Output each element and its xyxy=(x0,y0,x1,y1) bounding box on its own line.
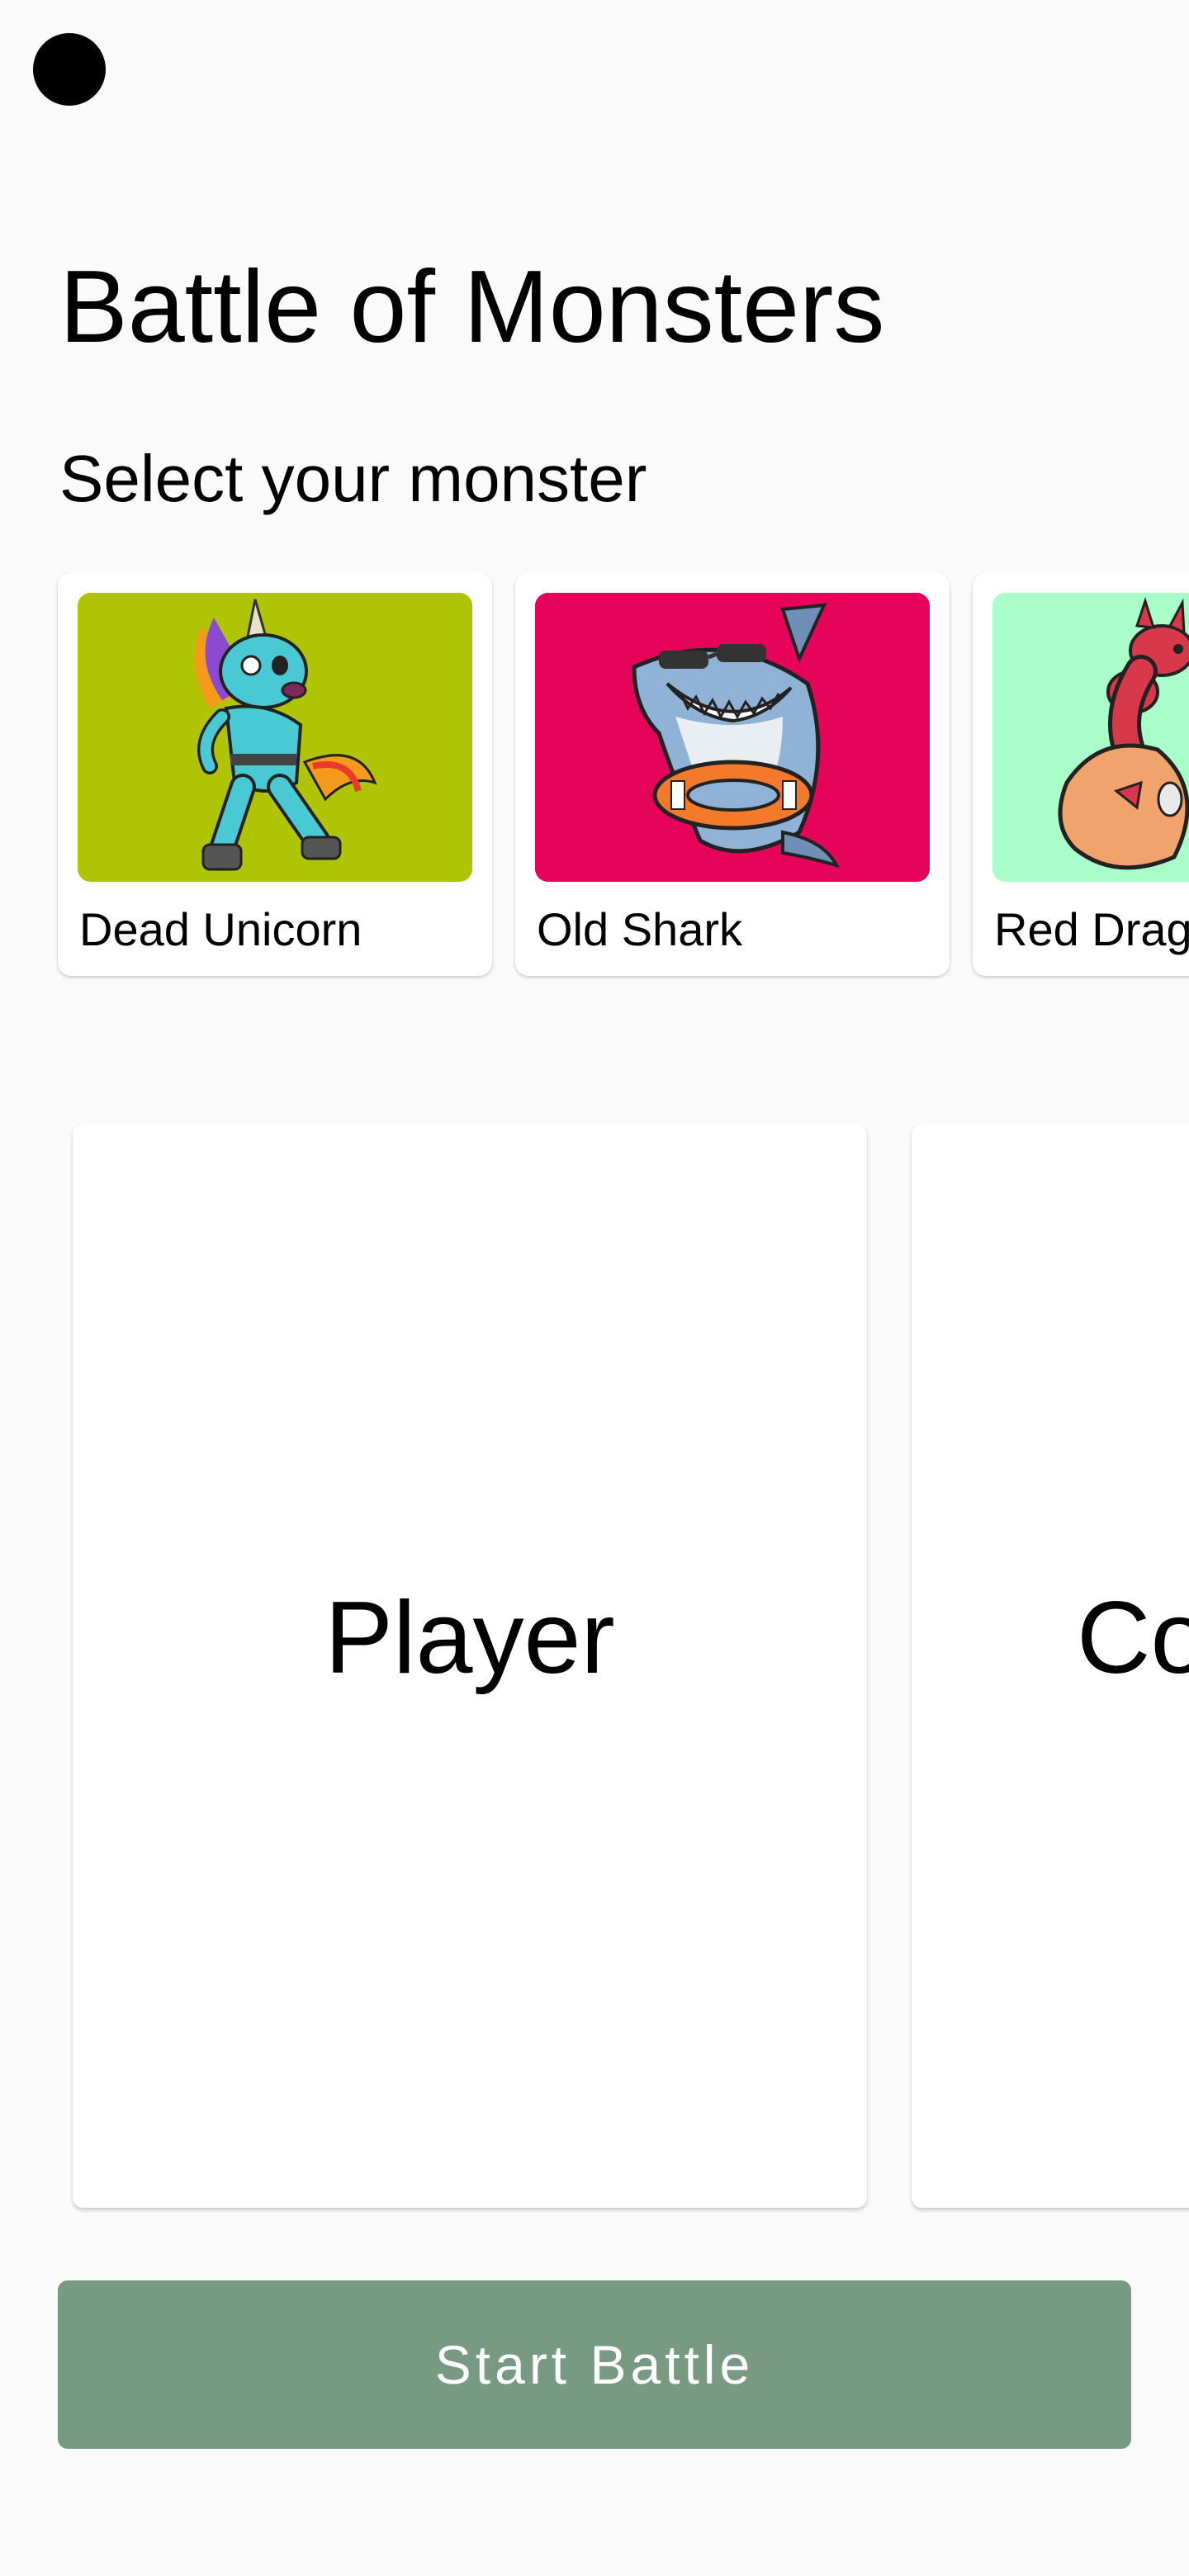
computer-card: Co xyxy=(912,1125,1189,2208)
start-battle-button[interactable]: Start Battle xyxy=(58,2280,1131,2449)
battle-area: Player Co xyxy=(0,1125,1189,2214)
section-subtitle: Select your monster xyxy=(59,442,647,515)
monster-name: Red Drago xyxy=(994,903,1189,955)
monster-list[interactable]: Dead Unicorn Old Shark Red Drag xyxy=(0,573,1189,986)
shark-icon xyxy=(535,593,930,882)
app-screen: Battle of Monsters Select your monster D… xyxy=(0,0,1189,2576)
red-dragon-icon xyxy=(992,593,1189,882)
page-title: Battle of Monsters xyxy=(59,250,885,364)
monster-card[interactable]: Old Shark xyxy=(515,573,950,976)
zombie-unicorn-icon xyxy=(78,593,472,882)
player-label: Player xyxy=(324,1581,615,1695)
player-card: Player xyxy=(73,1125,867,2208)
monster-name: Dead Unicorn xyxy=(79,903,362,955)
camera-cutout xyxy=(33,33,106,106)
monster-card[interactable]: Dead Unicorn xyxy=(58,573,492,976)
monster-name: Old Shark xyxy=(537,903,742,955)
monster-card[interactable]: Red Drago xyxy=(973,573,1189,976)
computer-label: Co xyxy=(1077,1581,1189,1695)
